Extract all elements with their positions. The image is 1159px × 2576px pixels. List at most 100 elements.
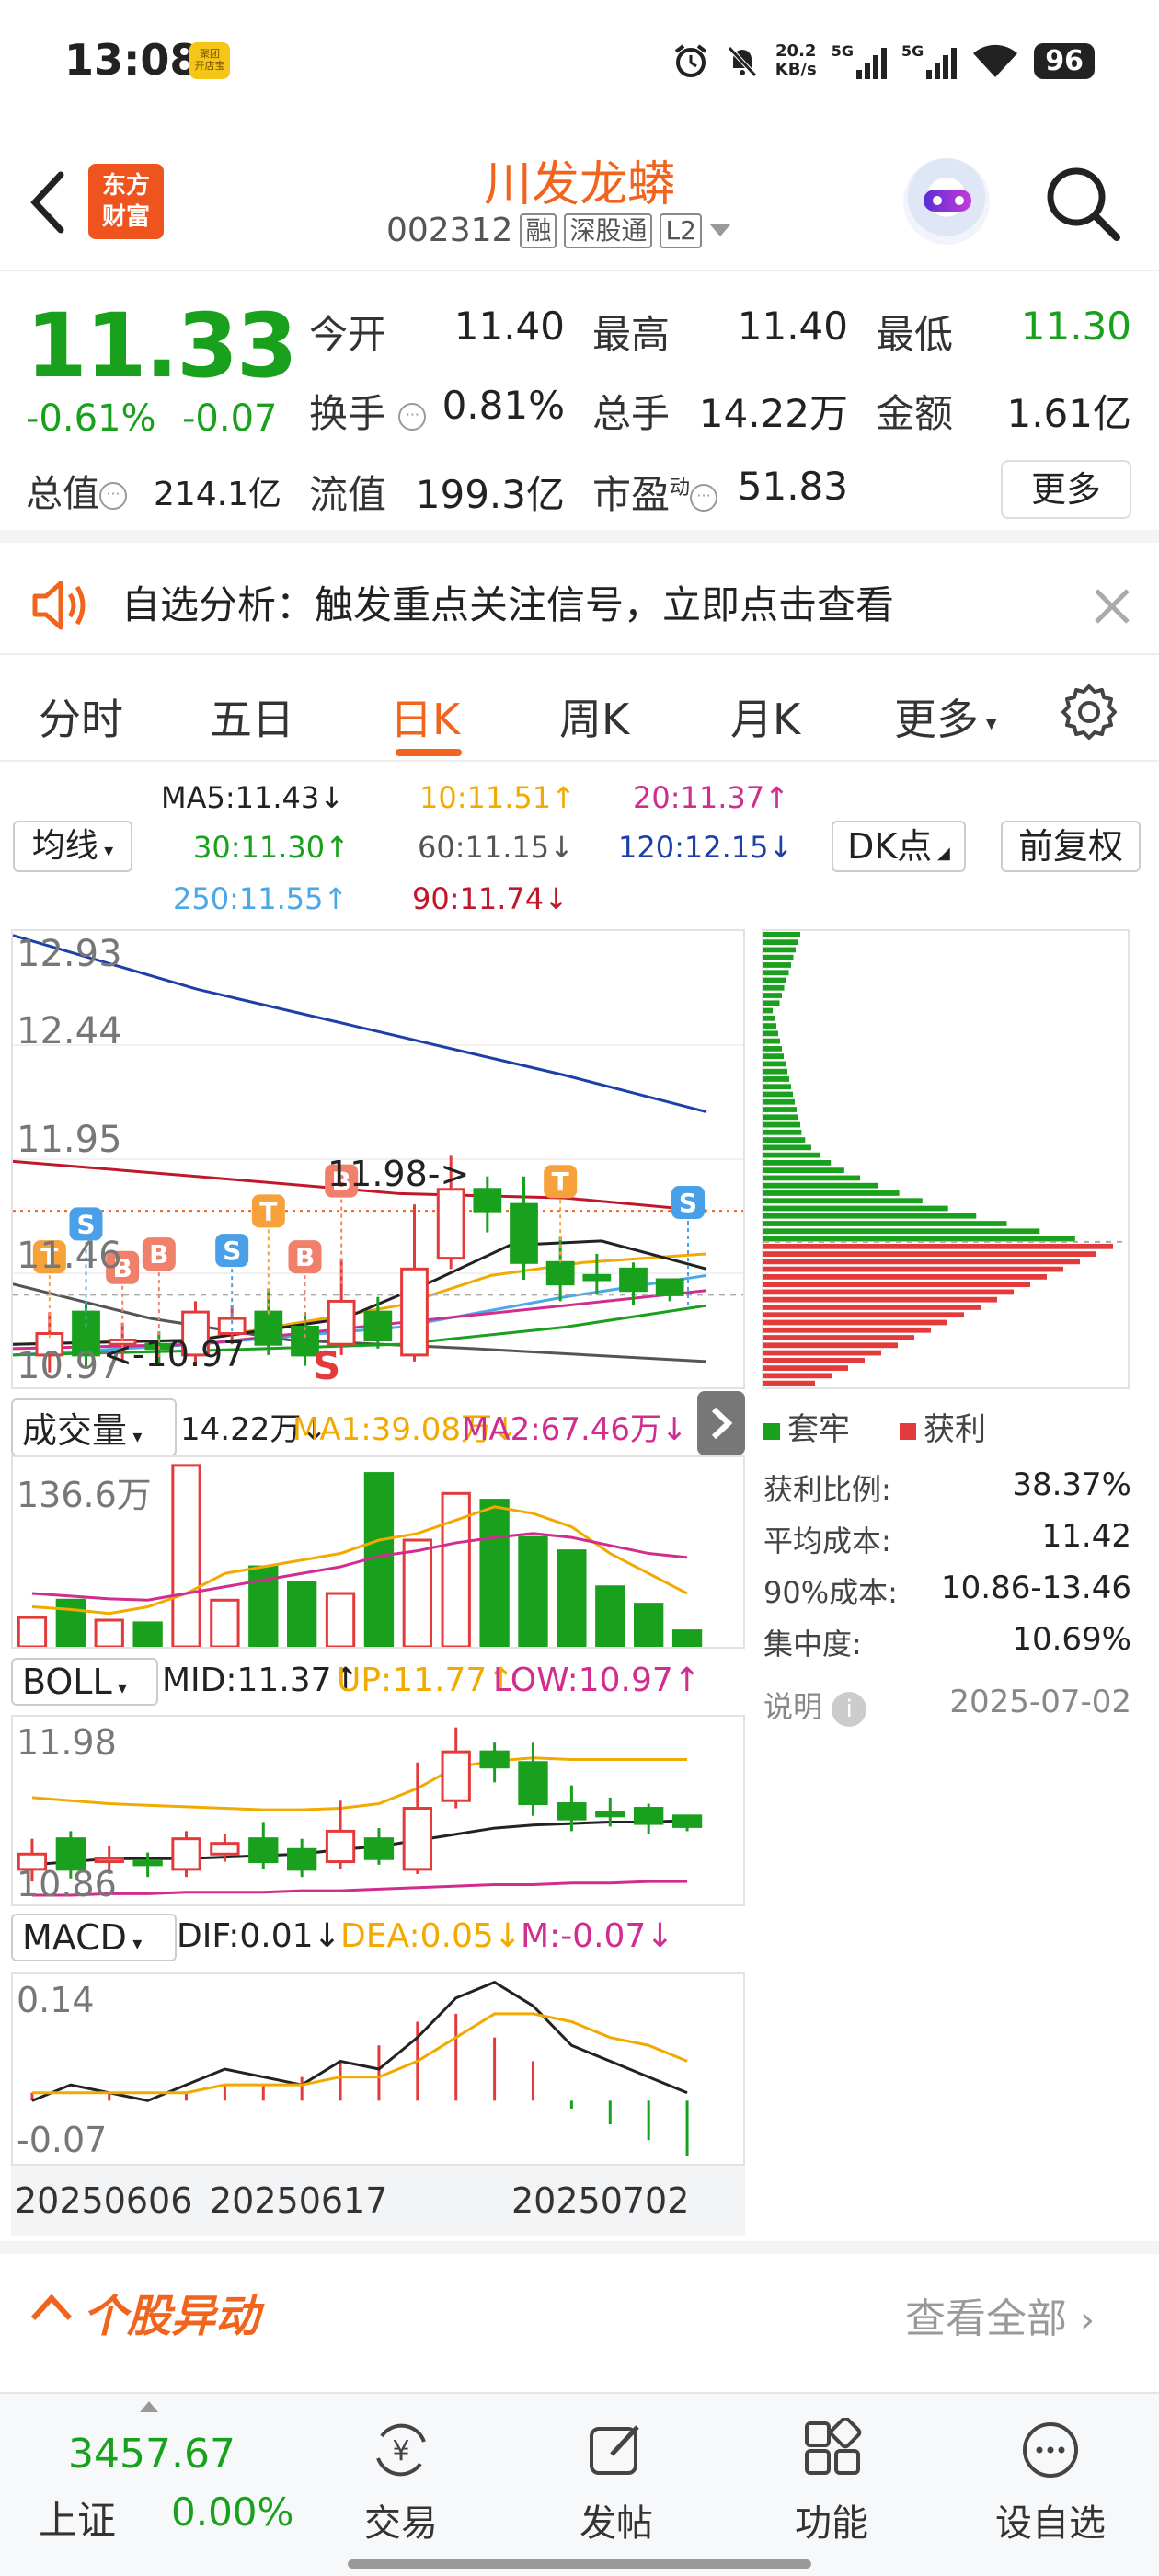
macd-m: M:-0.07↓ [521,1917,674,1955]
chip-bar-trapped [763,1076,789,1082]
open-label: 今开 [309,312,387,357]
chip-note-link[interactable]: 说明 i [763,1684,867,1727]
chip-bar-trapped [763,1007,773,1014]
boll-candle-down [595,1811,625,1818]
nav-functions[interactable]: 功能 [758,2418,905,2547]
active-tab-indicator [396,749,462,756]
chip-bar-profit [763,1327,931,1333]
ma60-value: 60:11.15↓ [418,830,574,865]
chip-bar-trapped [763,962,791,968]
candle-down [545,1260,575,1286]
stock-code-row[interactable]: 002312 融 深股通 L2 [386,212,731,249]
chip-bar-trapped [763,1152,820,1158]
edit-post-icon [590,2425,639,2475]
tab-intraday[interactable]: 分时 [39,686,123,747]
settings-gear-icon[interactable] [1060,683,1119,742]
trade-icon: ¥ [376,2423,426,2477]
open-value: 11.40 [453,304,565,349]
close-icon[interactable] [1089,583,1135,629]
signal-letter: S [223,1236,241,1266]
more-quote-button[interactable]: 更多 [1001,460,1131,519]
signal-icon-1: 5G [832,42,887,79]
avg-cost-value: 11.42 [1041,1518,1131,1555]
low-value: 11.30 [1020,304,1131,349]
chip-bar-trapped [763,1023,776,1029]
volume-bar-up [94,1618,124,1647]
mute-bell-icon [727,46,757,77]
kline-y-label: 12.93 [17,933,122,975]
boll-candle-up [94,1857,124,1864]
chip-bar-trapped [763,1015,775,1021]
cost90-label: 90%成本: [763,1575,898,1610]
index-change[interactable]: 0.00% [171,2490,293,2535]
profit-ratio-label: 获利比例: [763,1472,891,1507]
nav-trade[interactable]: ¥ 交易 [327,2418,475,2547]
high-label: 最高 [592,312,671,357]
alarm-icon [674,44,706,77]
chip-bar-profit [763,1319,947,1326]
notice-text[interactable]: 自选分析：触发重点关注信号，立即点击查看 [121,574,894,630]
stock-code: 002312 [386,212,513,249]
chip-bar-trapped [763,1144,811,1151]
macd-y-low: -0.07 [17,2120,108,2160]
tab-daily-k[interactable]: 日K [390,686,460,747]
info-dots-icon[interactable]: ··· [398,402,427,431]
boll-panel[interactable]: 11.98 10.86 [11,1715,745,1906]
macd-panel[interactable]: 0.14 -0.07 [11,1972,745,2166]
dk-point-button[interactable]: DK点 ◢ [832,821,966,872]
chevron-up-icon[interactable] [29,2291,74,2322]
nav-functions-label: 功能 [795,2502,868,2545]
stock-header: 东方 财富 川发龙蟒 002312 融 深股通 L2 [0,138,1159,271]
volume-selector[interactable]: 成交量 ▾ [11,1398,177,1456]
nav-post[interactable]: 发帖 [543,2418,690,2547]
volume-bar-down [287,1581,317,1647]
macd-selector[interactable]: MACD ▾ [11,1914,177,1961]
chip-bar-trapped [763,977,786,983]
chip-bar-profit [763,1342,898,1349]
profit-ratio-value: 38.37% [1012,1466,1131,1503]
price-adjust-button[interactable]: 前复权 [1001,821,1141,872]
volume-ma2-line [31,1532,688,1602]
boll-candle-down [634,1807,664,1825]
search-icon[interactable] [1041,162,1124,245]
concentration-label: 集中度: [763,1627,862,1662]
chip-bar-profit [763,1282,1030,1288]
kline-panel[interactable]: TSBBSTBBTS 12.93 12.44 11.95 11.46 10.97… [11,929,745,1389]
ma-selector[interactable]: 均线 ▾ [13,821,132,872]
nav-post-label: 发帖 [580,2502,653,2545]
boll-candle-up [325,1829,356,1864]
boll-candle-down [287,1847,317,1871]
kline-y-label: 11.46 [17,1235,122,1277]
robot-assistant-avatar[interactable] [903,158,990,245]
nav-add-watchlist[interactable]: 设自选 [977,2418,1124,2547]
chip-bar-trapped [763,1114,798,1121]
chip-bar-trapped [763,1121,800,1128]
signal-letter: T [259,1196,277,1226]
chip-bar-trapped [763,993,782,998]
candle-down [655,1278,684,1296]
chip-bar-profit [763,1243,1113,1249]
index-name[interactable]: 上证 [39,2490,116,2546]
change-amount: -0.07 [182,397,278,440]
tab-more[interactable]: 更多 ▾ [894,686,997,747]
boll-mid: MID:11.37↑ [162,1662,360,1699]
chip-bar-profit [763,1305,981,1310]
notification-app-icon: 聚团 开店宝 [189,42,230,79]
index-value[interactable]: 3457.67 [68,2431,235,2478]
tab-five-day[interactable]: 五日 [210,686,294,747]
view-all-link[interactable]: 查看全部 › [905,2285,1095,2344]
boll-selector[interactable]: BOLL ▾ [11,1658,158,1706]
chip-bar-profit [763,1289,1014,1295]
info-dots-icon[interactable]: ··· [690,483,718,512]
chip-bar-trapped [763,1129,802,1135]
tab-weekly-k[interactable]: 周K [559,686,629,747]
analysis-notice-bar[interactable]: 自选分析：触发重点关注信号，立即点击查看 [0,556,1159,655]
chip-distribution-panel[interactable] [762,929,1130,1389]
boll-candle-down [248,1837,279,1864]
tab-monthly-k[interactable]: 月K [730,686,800,747]
boll-candle-up [171,1837,201,1871]
volume-panel[interactable]: 136.6万 [11,1455,745,1649]
chip-bar-trapped [763,1182,878,1189]
info-dots-icon[interactable]: ··· [99,482,127,510]
collapse-side-panel-button[interactable] [697,1391,745,1455]
